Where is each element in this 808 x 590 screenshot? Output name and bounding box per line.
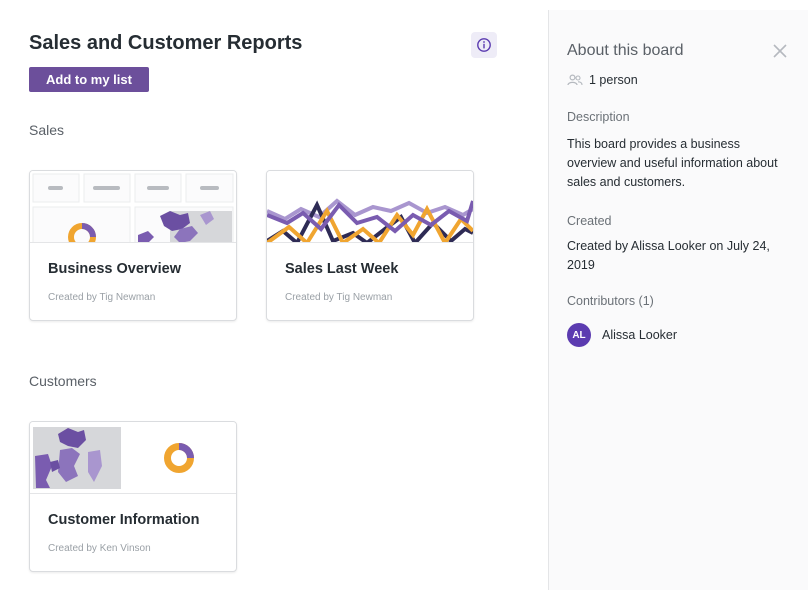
card-title: Customer Information — [48, 512, 200, 528]
description-label: Description — [567, 110, 630, 124]
card-thumbnail — [30, 171, 236, 243]
card-thumbnail — [267, 171, 473, 243]
close-panel-button[interactable] — [771, 42, 789, 60]
avatar: AL — [567, 323, 591, 347]
info-icon — [477, 38, 491, 52]
contributor-name: Alissa Looker — [602, 328, 678, 342]
section-title-sales: Sales — [29, 122, 65, 138]
dashboard-preview — [32, 173, 234, 242]
people-count-label: 1 person — [589, 73, 638, 87]
description-text: This board provides a business overview … — [567, 137, 778, 189]
created-label: Created — [567, 214, 612, 228]
line-chart-preview — [267, 198, 473, 242]
card-customer-information[interactable]: Customer Information Created by Ken Vins… — [29, 421, 237, 572]
board-main: Sales and Customer Reports Add to my lis… — [0, 0, 548, 590]
card-business-overview[interactable]: Business Overview Created by Tig Newman — [29, 170, 237, 321]
card-title: Sales Last Week — [285, 261, 399, 277]
add-to-list-button[interactable]: Add to my list — [29, 67, 149, 92]
panel-title: About this board — [567, 42, 684, 59]
contributor-item[interactable]: AL Alissa Looker — [567, 323, 677, 347]
card-title: Business Overview — [48, 261, 181, 277]
card-creator: Created by Tig Newman — [48, 292, 156, 303]
about-board-panel: About this board 1 person Description Th… — [548, 10, 808, 590]
board-title: Sales and Customer Reports — [29, 32, 303, 54]
created-text: Created by Alissa Looker on July 24, 201… — [567, 239, 770, 272]
card-thumbnail — [30, 422, 236, 494]
card-sales-last-week[interactable]: Sales Last Week Created by Tig Newman — [266, 170, 474, 321]
close-icon — [773, 44, 787, 58]
map-donut-preview — [33, 427, 194, 489]
card-creator: Created by Tig Newman — [285, 292, 393, 303]
section-title-customers: Customers — [29, 373, 97, 389]
info-button[interactable] — [471, 32, 497, 58]
contributors-label: Contributors (1) — [567, 294, 654, 308]
card-creator: Created by Ken Vinson — [48, 543, 151, 554]
people-icon — [567, 74, 583, 86]
people-count: 1 person — [567, 73, 638, 87]
